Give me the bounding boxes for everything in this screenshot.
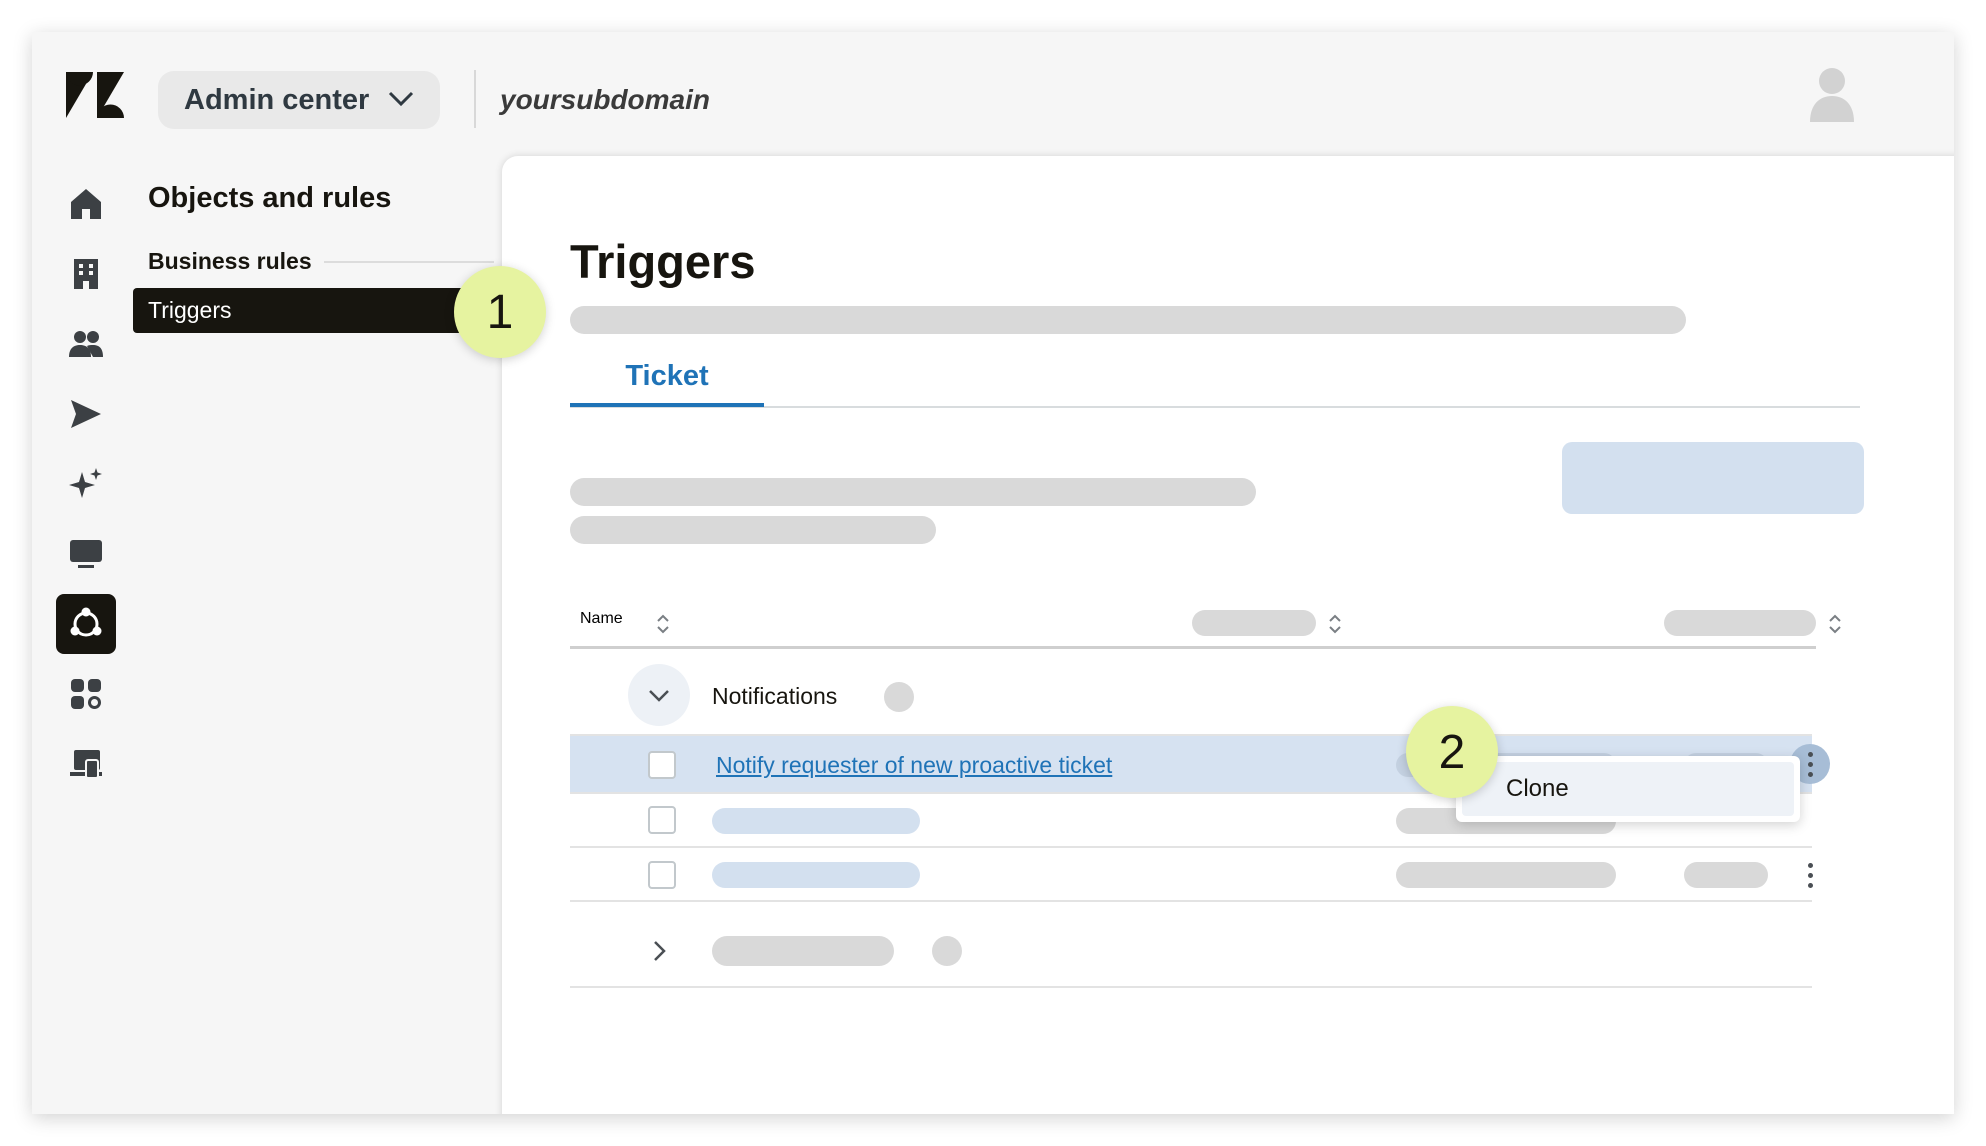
cell-placeholder: [1396, 862, 1616, 888]
people-icon[interactable]: [56, 314, 116, 374]
sort-icon[interactable]: [1828, 612, 1842, 636]
home-icon[interactable]: [56, 174, 116, 234]
page-title: Triggers: [570, 235, 756, 288]
count-badge-placeholder: [932, 936, 962, 966]
building-icon[interactable]: [56, 244, 116, 304]
user-avatar-icon[interactable]: [1808, 66, 1856, 122]
tab-label: Ticket: [625, 360, 709, 392]
row-actions-menu-button[interactable]: [1790, 855, 1830, 895]
row-checkbox[interactable]: [648, 751, 676, 779]
product-switcher-button[interactable]: Admin center: [158, 71, 440, 129]
clone-menu-item[interactable]: Clone: [1462, 762, 1794, 816]
group-label: Notifications: [712, 683, 838, 709]
sidebar-item-label: Triggers: [148, 297, 232, 323]
sidebar-item-triggers[interactable]: Triggers: [133, 288, 477, 333]
row-name-placeholder: [712, 808, 920, 834]
create-trigger-button[interactable]: [1562, 442, 1864, 514]
step-callout-1: 1: [454, 266, 546, 358]
tab-active-indicator: [570, 403, 764, 407]
product-switcher-label: Admin center: [184, 83, 370, 116]
app-window: Admin center yoursubdomain Objects and r…: [32, 32, 1954, 1114]
chevron-right-icon[interactable]: [652, 940, 666, 962]
account-icon[interactable]: [56, 734, 116, 794]
row-checkbox[interactable]: [648, 806, 676, 834]
chevron-down-icon: [649, 690, 669, 702]
main-panel: Triggers Ticket Name Notifications Notif…: [502, 156, 1954, 1114]
column-header-placeholder: [1664, 610, 1816, 636]
collapse-group-button[interactable]: [628, 664, 690, 726]
sort-icon[interactable]: [1328, 612, 1342, 636]
sparkle-icon[interactable]: [56, 454, 116, 514]
workspace-icon[interactable]: [56, 524, 116, 584]
sidebar-section-heading: Business rules: [148, 248, 312, 274]
column-header-name-label: Name: [580, 610, 623, 627]
text-placeholder: [570, 478, 1256, 506]
header-divider: [474, 70, 476, 128]
row-checkbox[interactable]: [648, 861, 676, 889]
row-divider: [570, 900, 1812, 902]
send-icon[interactable]: [56, 384, 116, 444]
row-name-placeholder: [712, 862, 920, 888]
text-placeholder: [570, 516, 936, 544]
objects-rules-icon[interactable]: [56, 594, 116, 654]
column-header-placeholder: [1192, 610, 1316, 636]
clone-menu-item-label: Clone: [1506, 775, 1569, 802]
subdomain-label: yoursubdomain: [500, 84, 711, 115]
trigger-link[interactable]: Notify requester of new proactive ticket: [716, 752, 1112, 779]
group-label-placeholder: [712, 936, 894, 966]
apps-icon[interactable]: [56, 664, 116, 724]
table-header-divider: [570, 646, 1816, 649]
sort-icon[interactable]: [656, 612, 670, 636]
step-callout-2: 2: [1406, 706, 1498, 798]
zendesk-logo[interactable]: [66, 72, 124, 118]
sidebar-title: Objects and rules: [148, 182, 392, 214]
sidebar-divider: [324, 261, 494, 263]
tab-ticket[interactable]: Ticket: [570, 360, 764, 404]
row-actions-dropdown: Clone: [1456, 756, 1800, 822]
chevron-down-icon: [388, 91, 414, 107]
count-badge-placeholder: [884, 682, 914, 712]
description-placeholder: [570, 306, 1686, 334]
row-divider: [570, 846, 1812, 848]
cell-placeholder: [1684, 862, 1768, 888]
row-divider: [570, 986, 1812, 988]
